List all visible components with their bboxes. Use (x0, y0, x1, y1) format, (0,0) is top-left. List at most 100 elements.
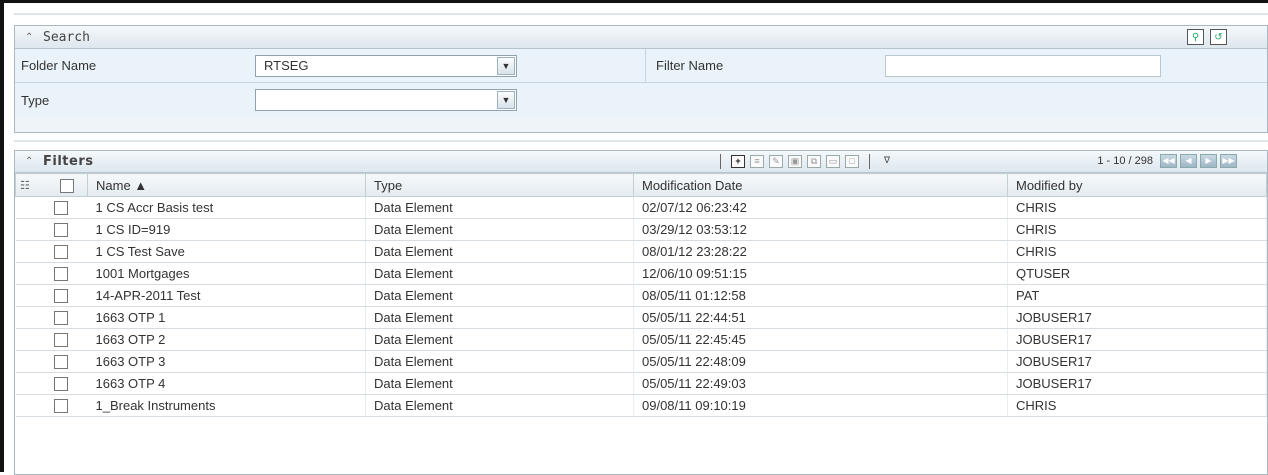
cell-date: 09/08/11 09:10:19 (633, 394, 1008, 417)
filters-header[interactable]: ⌃ Filters + ≡ ✎ ▣ ⧉ ▭ □ ∇ 1 - 10 / 298 ◀… (15, 151, 1267, 173)
column-header-modified-by[interactable]: Modified by (1007, 173, 1267, 197)
cell-type: Data Element (365, 350, 634, 373)
cell-modified-by: JOBUSER17 (1007, 350, 1267, 373)
filters-panel: ⌃ Filters + ≡ ✎ ▣ ⧉ ▭ □ ∇ 1 - 10 / 298 ◀… (14, 150, 1268, 475)
cell-date: 08/01/12 23:28:22 (633, 240, 1008, 263)
row-select-cell (15, 196, 88, 219)
row-checkbox[interactable] (53, 222, 68, 237)
select-all-header: ☷ (15, 173, 88, 197)
edit-icon[interactable]: ✎ (769, 155, 783, 168)
toolbar-separator (869, 154, 870, 169)
row-select-cell (15, 262, 88, 285)
chevron-down-icon[interactable]: ▼ (497, 91, 515, 109)
cell-date: 12/06/10 09:51:15 (633, 262, 1008, 285)
table-header-row: ☷ Name ▲ Type Modification Date Modified… (15, 173, 1267, 197)
table-row[interactable]: 1663 OTP 1 Data Element 05/05/11 22:44:51 J… (15, 306, 1267, 329)
row-checkbox[interactable] (53, 332, 68, 347)
cell-name[interactable]: 1 CS Test Save (87, 240, 366, 263)
prev-page-icon[interactable]: ◀ (1180, 154, 1197, 168)
hierarchy-icon[interactable]: ☷ (20, 179, 34, 192)
table-row[interactable]: 14-APR-2011 Test Data Element 08/05/11 01:… (15, 284, 1267, 307)
table-row[interactable]: 1663 OTP 4 Data Element 05/05/11 22:49:03 J… (15, 372, 1267, 395)
type-label: Type (21, 92, 50, 108)
row-select-cell (15, 240, 88, 263)
window-frame: ⌃ Search ⚲ ↺ Folder Name RTSEG ▼ Filter … (0, 0, 1268, 475)
table-row[interactable]: 1 CS Test Save Data Element 08/01/12 23:28… (15, 240, 1267, 263)
cell-name[interactable]: 14-APR-2011 Test (87, 284, 366, 307)
filter-icon[interactable]: ∇ (880, 155, 894, 168)
pager: 1 - 10 / 298 ◀◀ ◀ ▶ ▶▶ (1097, 154, 1237, 168)
cell-date: 05/05/11 22:45:45 (633, 328, 1008, 351)
row-checkbox[interactable] (53, 398, 68, 413)
row-select-cell (15, 306, 88, 329)
cell-date: 05/05/11 22:49:03 (633, 372, 1008, 395)
cell-type: Data Element (365, 306, 634, 329)
row-checkbox[interactable] (53, 244, 68, 259)
cell-name[interactable]: 1 CS ID=919 (87, 218, 366, 241)
row-checkbox[interactable] (53, 310, 68, 325)
next-page-icon[interactable]: ▶ (1200, 154, 1217, 168)
reset-icon[interactable]: ↺ (1210, 29, 1227, 45)
search-panel: ⌃ Search ⚲ ↺ Folder Name RTSEG ▼ Filter … (14, 25, 1268, 133)
row-checkbox[interactable] (53, 376, 68, 391)
cell-date: 03/29/12 03:53:12 (633, 218, 1008, 241)
delete-icon[interactable]: ▭ (826, 155, 840, 168)
cell-type: Data Element (365, 218, 634, 241)
filter-name-input[interactable] (885, 54, 1161, 77)
filters-toolbar: + ≡ ✎ ▣ ⧉ ▭ □ ∇ (715, 154, 894, 169)
search-execute-icon[interactable]: ⚲ (1187, 29, 1204, 45)
table-row[interactable]: 1663 OTP 3 Data Element 05/05/11 22:48:09 J… (15, 350, 1267, 373)
toolbar-separator (720, 154, 721, 169)
cell-name[interactable]: 1_Break Instruments (87, 394, 366, 417)
row-checkbox[interactable] (53, 354, 68, 369)
table-row[interactable]: 1_Break Instruments Data Element 09/08/11 … (15, 394, 1267, 417)
column-header-name[interactable]: Name ▲ (87, 173, 366, 197)
folder-select-value: RTSEG (264, 57, 309, 73)
copy-icon[interactable]: ⧉ (807, 155, 821, 168)
search-header[interactable]: ⌃ Search ⚲ ↺ (15, 26, 1267, 49)
first-page-icon[interactable]: ◀◀ (1160, 154, 1177, 168)
properties-icon[interactable]: □ (845, 155, 859, 168)
type-select[interactable]: ▼ (255, 89, 517, 111)
row-select-cell (15, 284, 88, 307)
cell-name[interactable]: 1663 OTP 4 (87, 372, 366, 395)
row-select-cell (15, 394, 88, 417)
collapse-icon[interactable]: ⌃ (25, 32, 39, 43)
folder-row: Folder Name RTSEG ▼ Filter Name (15, 48, 1267, 83)
cell-name[interactable]: 1001 Mortgages (87, 262, 366, 285)
filters-title: Filters (43, 154, 94, 169)
row-checkbox[interactable] (53, 200, 68, 215)
row-select-cell (15, 372, 88, 395)
column-header-date[interactable]: Modification Date (633, 173, 1008, 197)
column-header-type[interactable]: Type (365, 173, 634, 197)
last-page-icon[interactable]: ▶▶ (1220, 154, 1237, 168)
chevron-down-icon[interactable]: ▼ (497, 56, 515, 75)
select-all-checkbox[interactable] (59, 178, 74, 193)
cell-name[interactable]: 1 CS Accr Basis test (87, 196, 366, 219)
table-row[interactable]: 1663 OTP 2 Data Element 05/05/11 22:45:45 J… (15, 328, 1267, 351)
view-icon[interactable]: ≡ (750, 155, 764, 168)
cell-name[interactable]: 1663 OTP 1 (87, 306, 366, 329)
table-row[interactable]: 1001 Mortgages Data Element 12/06/10 09:51… (15, 262, 1267, 285)
table-row[interactable]: 1 CS ID=919 Data Element 03/29/12 03:53:12… (15, 218, 1267, 241)
row-checkbox[interactable] (53, 288, 68, 303)
row-checkbox[interactable] (53, 266, 68, 281)
folder-select[interactable]: RTSEG ▼ (255, 54, 517, 77)
cell-type: Data Element (365, 284, 634, 307)
save-icon[interactable]: ▣ (788, 155, 802, 168)
cell-date: 08/05/11 01:12:58 (633, 284, 1008, 307)
add-icon[interactable]: + (731, 155, 745, 168)
cell-modified-by: PAT (1007, 284, 1267, 307)
table-row[interactable]: 1 CS Accr Basis test Data Element 02/07/12… (15, 196, 1267, 219)
row-select-cell (15, 218, 88, 241)
cell-modified-by: CHRIS (1007, 394, 1267, 417)
cell-name[interactable]: 1663 OTP 2 (87, 328, 366, 351)
pager-text: 1 - 10 / 298 (1097, 155, 1153, 167)
cell-date: 05/05/11 22:44:51 (633, 306, 1008, 329)
filter-name-label: Filter Name (645, 48, 885, 83)
cell-name[interactable]: 1663 OTP 3 (87, 350, 366, 373)
cell-type: Data Element (365, 240, 634, 263)
collapse-icon[interactable]: ⌃ (25, 156, 39, 167)
cell-modified-by: CHRIS (1007, 218, 1267, 241)
row-select-cell (15, 350, 88, 373)
